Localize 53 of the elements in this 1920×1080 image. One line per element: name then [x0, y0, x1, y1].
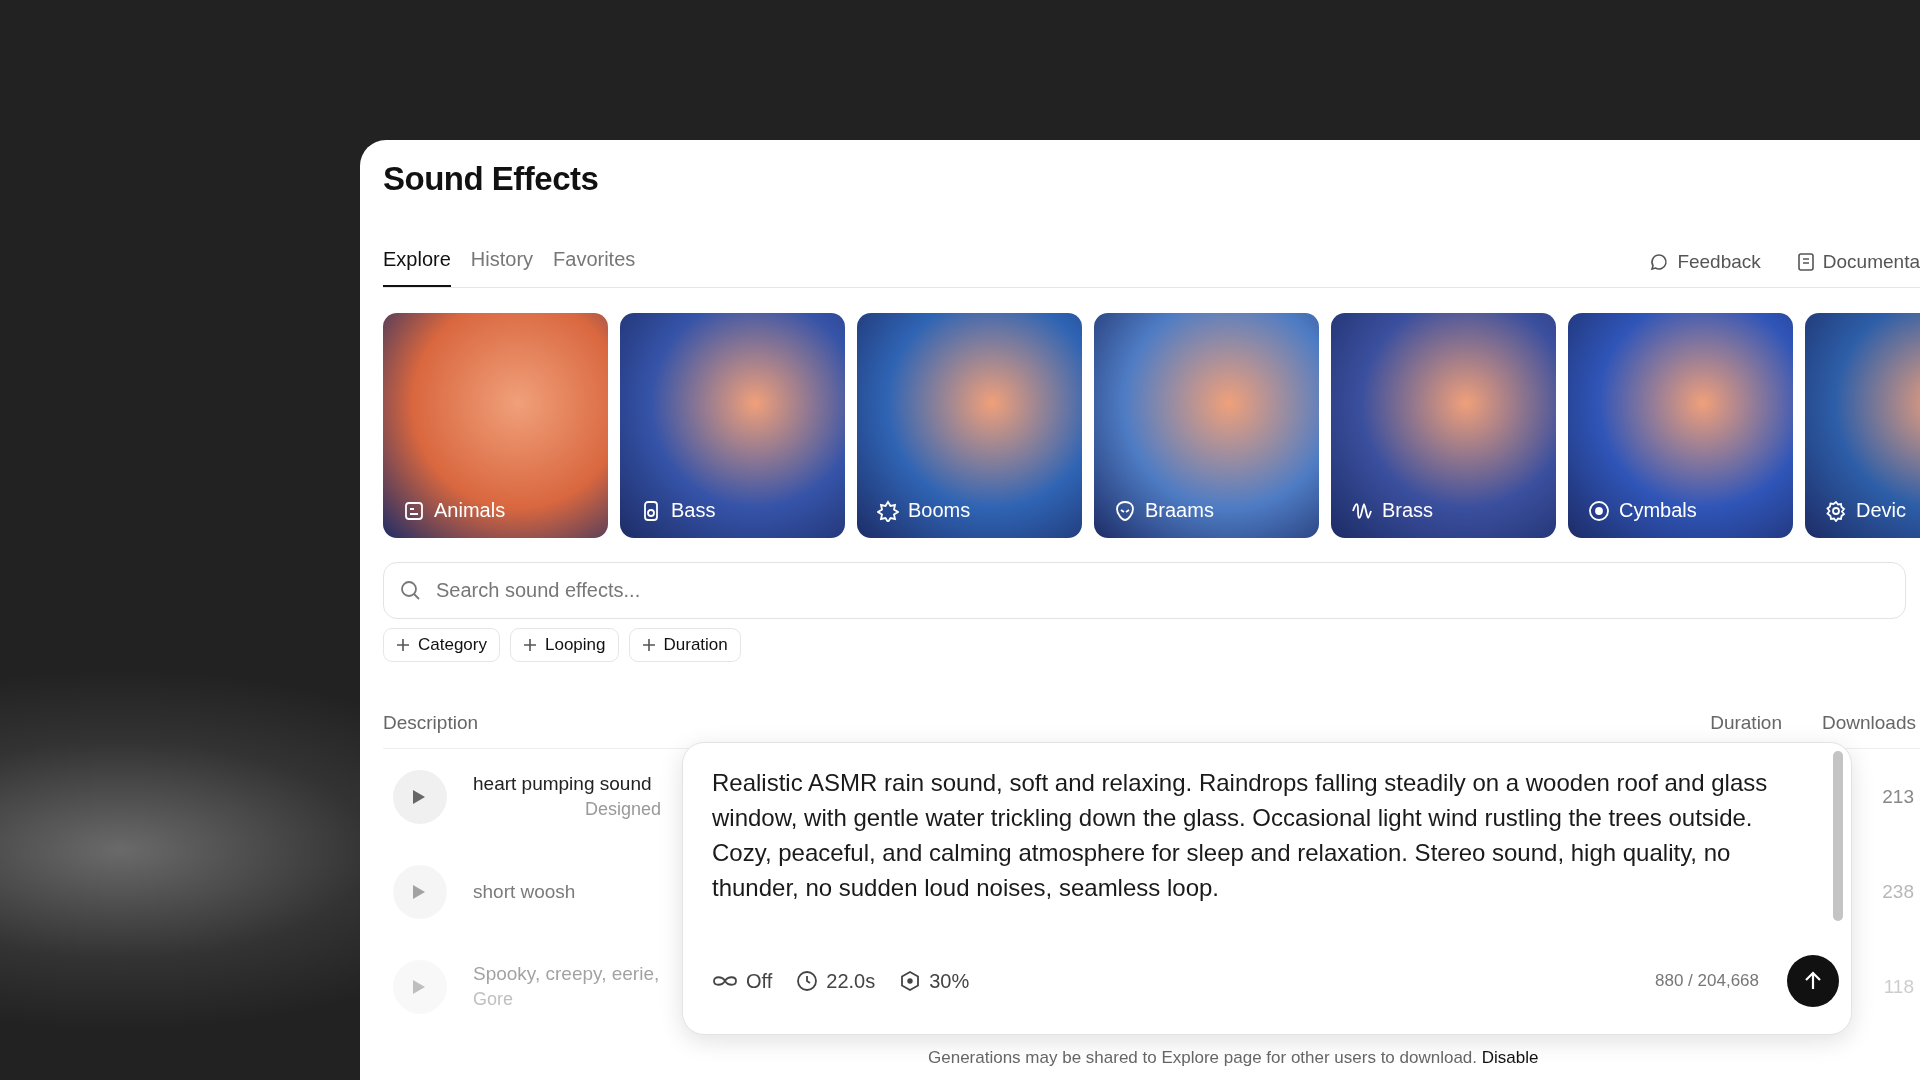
hexagon-icon	[899, 970, 922, 992]
play-icon	[412, 978, 426, 995]
search-field[interactable]: Search sound effects...	[383, 562, 1906, 619]
category-card[interactable]: Brass	[1331, 313, 1556, 538]
scrollbar-thumb[interactable]	[1833, 751, 1843, 921]
page-title: Sound Effects	[383, 160, 600, 199]
download-count: 238	[1882, 880, 1914, 903]
search-icon	[399, 579, 421, 601]
header-link[interactable]: Documenta	[1822, 251, 1920, 273]
burst-icon	[877, 499, 899, 522]
column-header: Duration	[1710, 712, 1782, 734]
infinity-icon	[712, 974, 738, 988]
plus-icon	[641, 638, 656, 652]
play-icon	[412, 788, 426, 805]
arrow-up-icon	[1804, 971, 1822, 991]
sound-category: Designed	[584, 799, 662, 820]
category-card[interactable]: Devic	[1805, 313, 1920, 538]
header-link[interactable]: Feedback	[1677, 251, 1761, 273]
tab[interactable]: Favorites	[553, 248, 636, 287]
target-icon	[1588, 499, 1610, 522]
column-header: Description	[383, 712, 480, 734]
plus-icon	[396, 638, 410, 652]
option-button[interactable]: Off	[712, 969, 773, 993]
tab[interactable]: Explore	[383, 248, 451, 287]
play-icon	[412, 883, 426, 900]
frame-icon	[403, 499, 425, 522]
download-count: 213	[1882, 785, 1914, 808]
filter-chip[interactable]: Category	[383, 628, 500, 662]
option-button[interactable]: 30%	[899, 969, 970, 993]
sound-title[interactable]: heart pumping sound	[473, 773, 652, 795]
sharing-notice: Generations may be shared to Explore page for other users to download. Disable	[927, 1048, 1540, 1069]
clock-icon	[796, 970, 819, 992]
option-button[interactable]: 22.0s	[796, 969, 876, 993]
alien-icon	[1114, 499, 1136, 522]
category-card[interactable]: Booms	[857, 313, 1082, 538]
category-card[interactable]: Cymbals	[1568, 313, 1793, 538]
category-card[interactable]: Braams	[1094, 313, 1319, 538]
category-card[interactable]: Animals	[383, 313, 608, 538]
prompt-input[interactable]: Realistic ASMR rain sound, soft and relaxing. Raindrops falling steadily on a wooden roof and glass window, with gentle water trickling down the glass. Occasional light wind rustling the trees outside. Cozy, peaceful, and calming atmosphere for sleep and relaxation. Stereo sound, high quality, no thunder, no sudden loud noises, seamless loop.	[712, 765, 1789, 955]
sound-title[interactable]: short woosh	[473, 880, 576, 903]
category-card[interactable]: Bass	[620, 313, 845, 538]
column-header: Downloads	[1822, 712, 1916, 734]
speech-bubble-icon	[1649, 252, 1670, 272]
book-icon	[1796, 252, 1815, 272]
tab[interactable]: History	[470, 248, 534, 287]
gear-icon	[1825, 499, 1847, 522]
disable-link[interactable]: Disable	[1481, 1048, 1539, 1067]
character-counter: 880 / 204,668	[1655, 971, 1759, 991]
filter-chip[interactable]: Duration	[628, 628, 741, 662]
sound-category: Gore	[473, 989, 514, 1010]
filter-chip[interactable]: Looping	[510, 628, 619, 662]
plus-icon	[523, 638, 537, 652]
send-button[interactable]	[1787, 955, 1839, 1007]
